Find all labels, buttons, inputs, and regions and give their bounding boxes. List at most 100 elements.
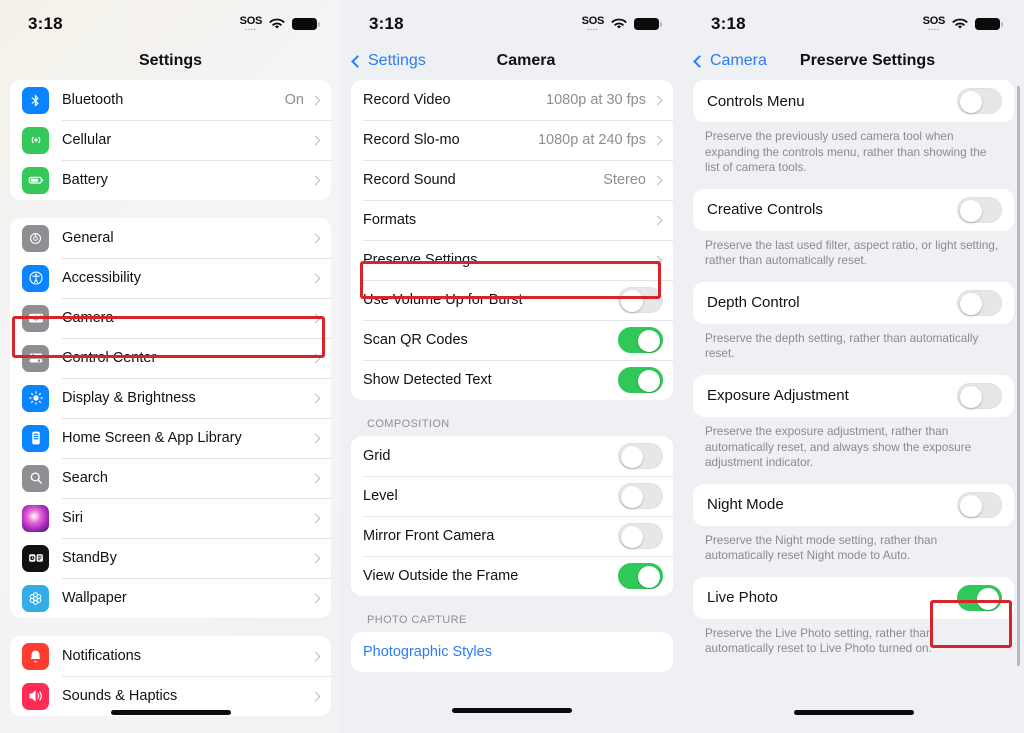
row-live-photo[interactable]: Live Photo [693,576,1014,619]
sidebar-item-label: StandBy [62,550,117,566]
back-button-label: Camera [710,52,767,69]
sidebar-item-home-screen[interactable]: Home Screen & App Library [10,418,331,458]
page-title: Settings [138,52,203,69]
toggle-grid[interactable] [618,443,663,469]
footnote-depth-control: Preserve the depth setting, rather than … [705,330,979,361]
toggle-show-detected-text[interactable] [618,367,663,393]
sounds-icon [22,682,49,710]
sidebar-item-label: Accessibility [62,270,141,286]
vertical-scrollbar[interactable] [1017,86,1020,666]
home-indicator-left [110,710,231,715]
row-record-video[interactable]: Record Video 1080p at 30 fps [351,80,673,120]
preserve-settings-list[interactable]: Controls Menu Preserve the previously us… [683,80,1024,733]
row-label: Night Mode [707,496,784,514]
sidebar-item-notifications[interactable]: Notifications [10,636,331,676]
row-view-outside-the-frame[interactable]: View Outside the Frame [351,556,673,596]
row-mirror-front-camera[interactable]: Mirror Front Camera [351,516,673,556]
status-indicators: SOS ▪▪▪▪ [240,15,320,33]
toggle-depth-control[interactable] [957,289,1002,316]
row-label: Record Slo-mo [363,132,460,148]
row-record-sound[interactable]: Record Sound Stereo [351,160,673,200]
camera-settings-list[interactable]: Record Video 1080p at 30 fps Record Slo-… [341,80,683,733]
chevron-right-icon [310,553,321,563]
sidebar-item-accessibility[interactable]: Accessibility [10,258,331,298]
sidebar-item-display-brightness[interactable]: Display & Brightness [10,378,331,418]
toggle-night-mode[interactable] [957,491,1002,518]
row-show-detected-text[interactable]: Show Detected Text [351,360,673,400]
phone-screen-settings: 3:18 SOS ▪▪▪▪ Settings Bluetooth On Cell… [0,0,341,733]
status-bar-right: 3:18 SOS ▪▪▪▪ [683,0,1024,42]
status-indicators: SOS ▪▪▪▪ [582,15,662,33]
row-label: Level [363,488,398,504]
row-exposure-adjustment[interactable]: Exposure Adjustment [693,374,1014,417]
row-photographic-styles[interactable]: Photographic Styles [351,632,673,672]
sidebar-item-general[interactable]: General [10,218,331,258]
row-label: Record Sound [363,172,456,188]
toggle-creative-controls[interactable] [957,196,1002,223]
back-button-camera[interactable]: Camera [693,52,767,70]
chevron-right-icon [310,353,321,363]
sidebar-item-label: Battery [62,172,108,188]
row-label: Record Video [363,92,451,108]
chevron-right-icon [310,313,321,323]
standby-icon [22,544,49,572]
row-level[interactable]: Level [351,476,673,516]
row-label: Exposure Adjustment [707,387,849,405]
wifi-icon [952,18,968,30]
toggle-level[interactable] [618,483,663,509]
nav-bar-middle: Settings Camera [341,42,683,80]
sidebar-item-wallpaper[interactable]: Wallpaper [10,578,331,618]
row-label: Live Photo [707,589,778,607]
row-label: Preserve Settings [363,252,478,268]
wifi-icon [611,18,627,30]
sidebar-item-search[interactable]: Search [10,458,331,498]
battery-icon [634,18,662,30]
row-preserve-settings[interactable]: Preserve Settings [351,240,673,280]
row-formats[interactable]: Formats [351,200,673,240]
three-phone-screenshots: 3:18 SOS ▪▪▪▪ Settings Bluetooth On Cell… [0,0,1024,733]
settings-list[interactable]: Bluetooth On Cellular Battery General Ac… [0,80,341,733]
sidebar-item-bluetooth[interactable]: Bluetooth On [10,80,331,120]
row-creative-controls[interactable]: Creative Controls [693,188,1014,231]
sidebar-item-label: General [62,230,114,246]
row-grid[interactable]: Grid [351,436,673,476]
toggle-controls-menu[interactable] [957,88,1002,114]
sidebar-item-siri[interactable]: Siri [10,498,331,538]
toggle-exposure-adjustment[interactable] [957,382,1002,409]
sidebar-item-label: Notifications [62,648,141,664]
page-title: Preserve Settings [799,52,936,69]
toggle-use-volume-up-for-burst[interactable] [618,287,663,313]
phone-screen-preserve-settings: 3:18 SOS ▪▪▪▪ Camera Preserve Settings C… [683,0,1024,733]
sidebar-item-battery[interactable]: Battery [10,160,331,200]
status-indicators: SOS ▪▪▪▪ [923,15,1003,33]
back-button-settings[interactable]: Settings [351,52,426,70]
row-controls-menu[interactable]: Controls Menu [693,80,1014,122]
row-depth-control[interactable]: Depth Control [693,281,1014,324]
row-label: Creative Controls [707,201,823,219]
sidebar-item-cellular[interactable]: Cellular [10,120,331,160]
sidebar-item-camera[interactable]: Camera [10,298,331,338]
bluetooth-icon [22,86,49,114]
settings-group-system: General Accessibility Camera Control Cen… [10,218,331,618]
row-scan-qr-codes[interactable]: Scan QR Codes [351,320,673,360]
home-screen-icon [22,424,49,452]
settings-group-notifications: Notifications Sounds & Haptics [10,636,331,716]
sidebar-item-label: Wallpaper [62,590,127,606]
footnote-night-mode: Preserve the Night mode setting, rather … [705,532,938,563]
wifi-icon [269,18,285,30]
page-title: Camera [496,52,556,69]
row-value: 1080p at 240 fps [537,132,646,148]
sidebar-item-control-center[interactable]: Control Center [10,338,331,378]
row-record-slo-mo[interactable]: Record Slo-mo 1080p at 240 fps [351,120,673,160]
home-indicator-right [793,710,914,715]
phone-screen-camera: 3:18 SOS ▪▪▪▪ Settings Camera Record Vid… [341,0,683,733]
toggle-mirror-front-camera[interactable] [618,523,663,549]
toggle-live-photo[interactable] [957,584,1002,611]
row-night-mode[interactable]: Night Mode [693,483,1014,526]
row-use-volume-up-for-burst[interactable]: Use Volume Up for Burst [351,280,673,320]
sidebar-item-label: Camera [62,310,114,326]
row-label: Use Volume Up for Burst [363,292,523,308]
toggle-scan-qr-codes[interactable] [618,327,663,353]
sidebar-item-standby[interactable]: StandBy [10,538,331,578]
toggle-view-outside-the-frame[interactable] [618,563,663,589]
